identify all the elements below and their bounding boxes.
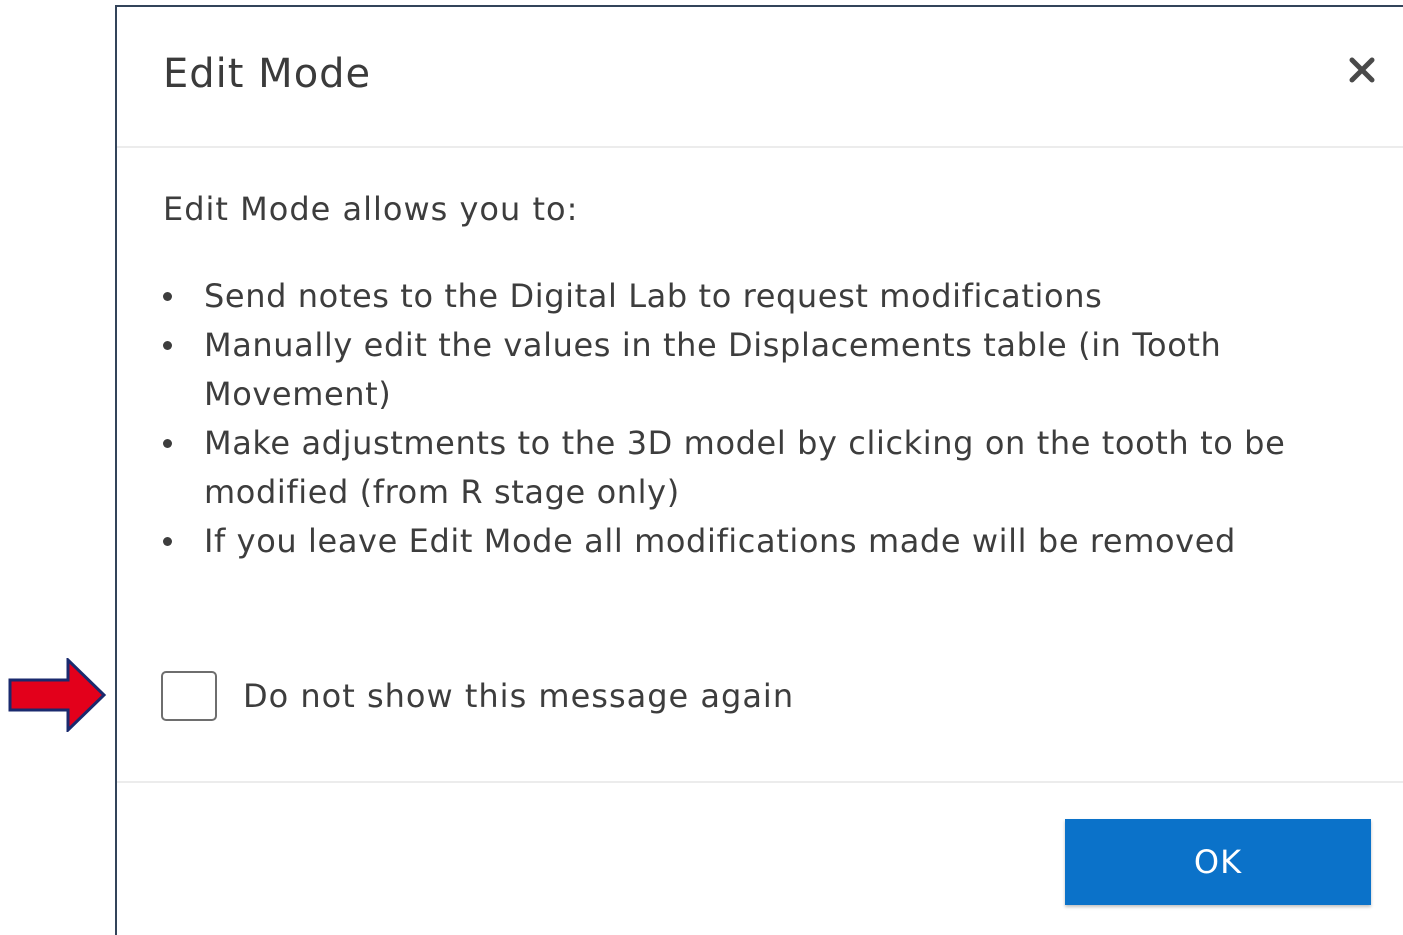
feature-list: Send notes to the Digital Lab to request… — [163, 272, 1388, 566]
dialog-footer: OK — [117, 781, 1403, 935]
bullet-icon — [163, 537, 172, 546]
list-item: If you leave Edit Mode all modifications… — [163, 517, 1388, 566]
list-item-text: Make adjustments to the 3D model by clic… — [204, 424, 1286, 511]
list-item-text: If you leave Edit Mode all modifications… — [204, 522, 1236, 560]
intro-text: Edit Mode allows you to: — [163, 190, 579, 228]
close-button[interactable] — [1345, 53, 1379, 87]
dont-show-again-checkbox[interactable] — [161, 671, 217, 721]
list-item-text: Send notes to the Digital Lab to request… — [204, 277, 1103, 315]
ok-button[interactable]: OK — [1065, 819, 1371, 905]
bullet-icon — [163, 341, 172, 350]
bullet-icon — [163, 439, 172, 448]
screenshot-stage: Edit Mode Edit Mode allows you to: Send … — [0, 0, 1403, 935]
dialog-header: Edit Mode — [117, 7, 1403, 148]
dialog-title: Edit Mode — [163, 51, 372, 97]
list-item: Manually edit the values in the Displace… — [163, 321, 1388, 419]
list-item: Make adjustments to the 3D model by clic… — [163, 419, 1388, 517]
list-item: Send notes to the Digital Lab to request… — [163, 272, 1388, 321]
edit-mode-dialog: Edit Mode Edit Mode allows you to: Send … — [115, 5, 1403, 935]
bullet-icon — [163, 292, 172, 301]
close-icon — [1349, 57, 1375, 83]
dont-show-again-label[interactable]: Do not show this message again — [243, 677, 794, 715]
arrow-right-icon — [8, 658, 107, 732]
dialog-body: Edit Mode allows you to: Send notes to t… — [117, 148, 1403, 781]
dont-show-again-row[interactable]: Do not show this message again — [161, 668, 794, 724]
list-item-text: Manually edit the values in the Displace… — [204, 326, 1222, 413]
